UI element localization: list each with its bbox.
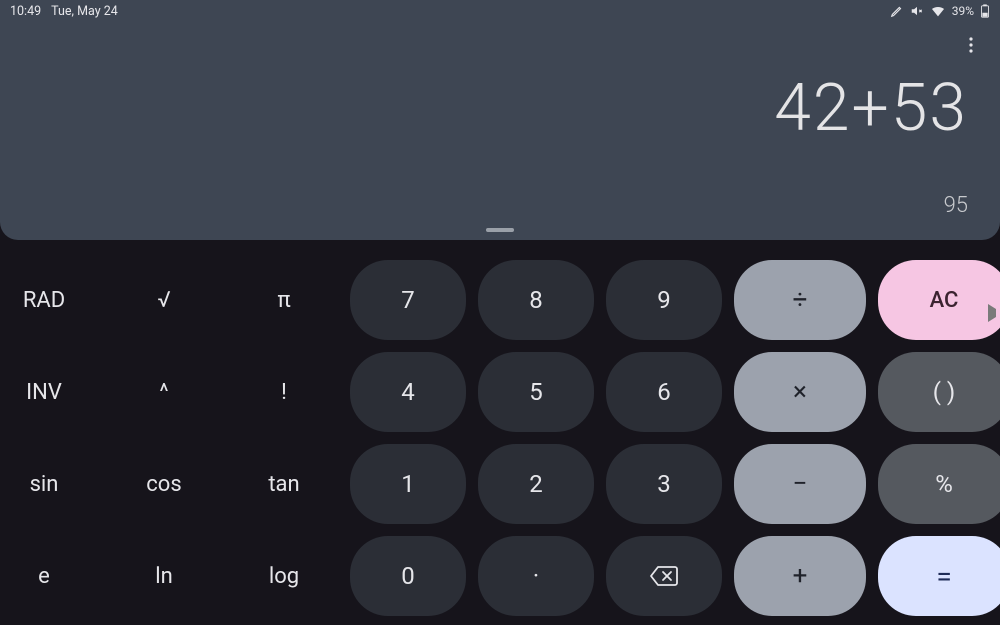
stylus-icon — [890, 4, 904, 18]
battery-icon — [980, 4, 990, 18]
digit-8-button[interactable]: 8 — [478, 260, 594, 340]
keypad: RAD √ π 7 8 9 ÷ AC INV ^ ! 4 5 6 × ( ) s… — [0, 240, 1000, 625]
battery-percent: 39% — [952, 4, 974, 18]
digit-0-button[interactable]: 0 — [350, 536, 466, 616]
digit-6-button[interactable]: 6 — [606, 352, 722, 432]
overflow-menu-button[interactable] — [960, 34, 982, 56]
percent-button[interactable]: % — [878, 444, 1000, 524]
wifi-icon — [930, 4, 946, 18]
ln-button[interactable]: ln — [110, 536, 218, 616]
ac-button[interactable]: AC — [878, 260, 1000, 340]
rad-button[interactable]: RAD — [0, 260, 98, 340]
status-time: 10:49 — [10, 4, 41, 19]
subtract-button[interactable]: − — [734, 444, 866, 524]
inv-button[interactable]: INV — [0, 352, 98, 432]
digit-4-button[interactable]: 4 — [350, 352, 466, 432]
expression-display[interactable]: 42+53 — [774, 70, 968, 147]
digit-2-button[interactable]: 2 — [478, 444, 594, 524]
divide-button[interactable]: ÷ — [734, 260, 866, 340]
backspace-button[interactable] — [606, 536, 722, 616]
decimal-button[interactable]: · — [478, 536, 594, 616]
drag-handle[interactable] — [486, 228, 514, 232]
result-preview: 95 — [944, 193, 968, 218]
sin-button[interactable]: sin — [0, 444, 98, 524]
backspace-icon — [649, 565, 679, 587]
digit-7-button[interactable]: 7 — [350, 260, 466, 340]
tan-button[interactable]: tan — [230, 444, 338, 524]
factorial-button[interactable]: ! — [230, 352, 338, 432]
digit-3-button[interactable]: 3 — [606, 444, 722, 524]
digit-1-button[interactable]: 1 — [350, 444, 466, 524]
add-button[interactable]: + — [734, 536, 866, 616]
pi-button[interactable]: π — [230, 260, 338, 340]
status-bar: 10:49 Tue, May 24 39% — [0, 0, 1000, 22]
mute-icon — [910, 4, 924, 18]
sqrt-button[interactable]: √ — [110, 260, 218, 340]
more-vert-icon — [969, 37, 973, 53]
paren-button[interactable]: ( ) — [878, 352, 1000, 432]
e-button[interactable]: e — [0, 536, 98, 616]
multiply-button[interactable]: × — [734, 352, 866, 432]
status-date: Tue, May 24 — [51, 4, 118, 19]
power-button[interactable]: ^ — [110, 352, 218, 432]
log-button[interactable]: log — [230, 536, 338, 616]
stylus-handle-icon — [988, 304, 998, 322]
digit-9-button[interactable]: 9 — [606, 260, 722, 340]
display-area: 42+53 95 — [0, 22, 1000, 240]
equals-button[interactable]: = — [878, 536, 1000, 616]
edge-stylus-handle[interactable] — [988, 304, 998, 322]
digit-5-button[interactable]: 5 — [478, 352, 594, 432]
status-right: 39% — [890, 4, 990, 18]
cos-button[interactable]: cos — [110, 444, 218, 524]
